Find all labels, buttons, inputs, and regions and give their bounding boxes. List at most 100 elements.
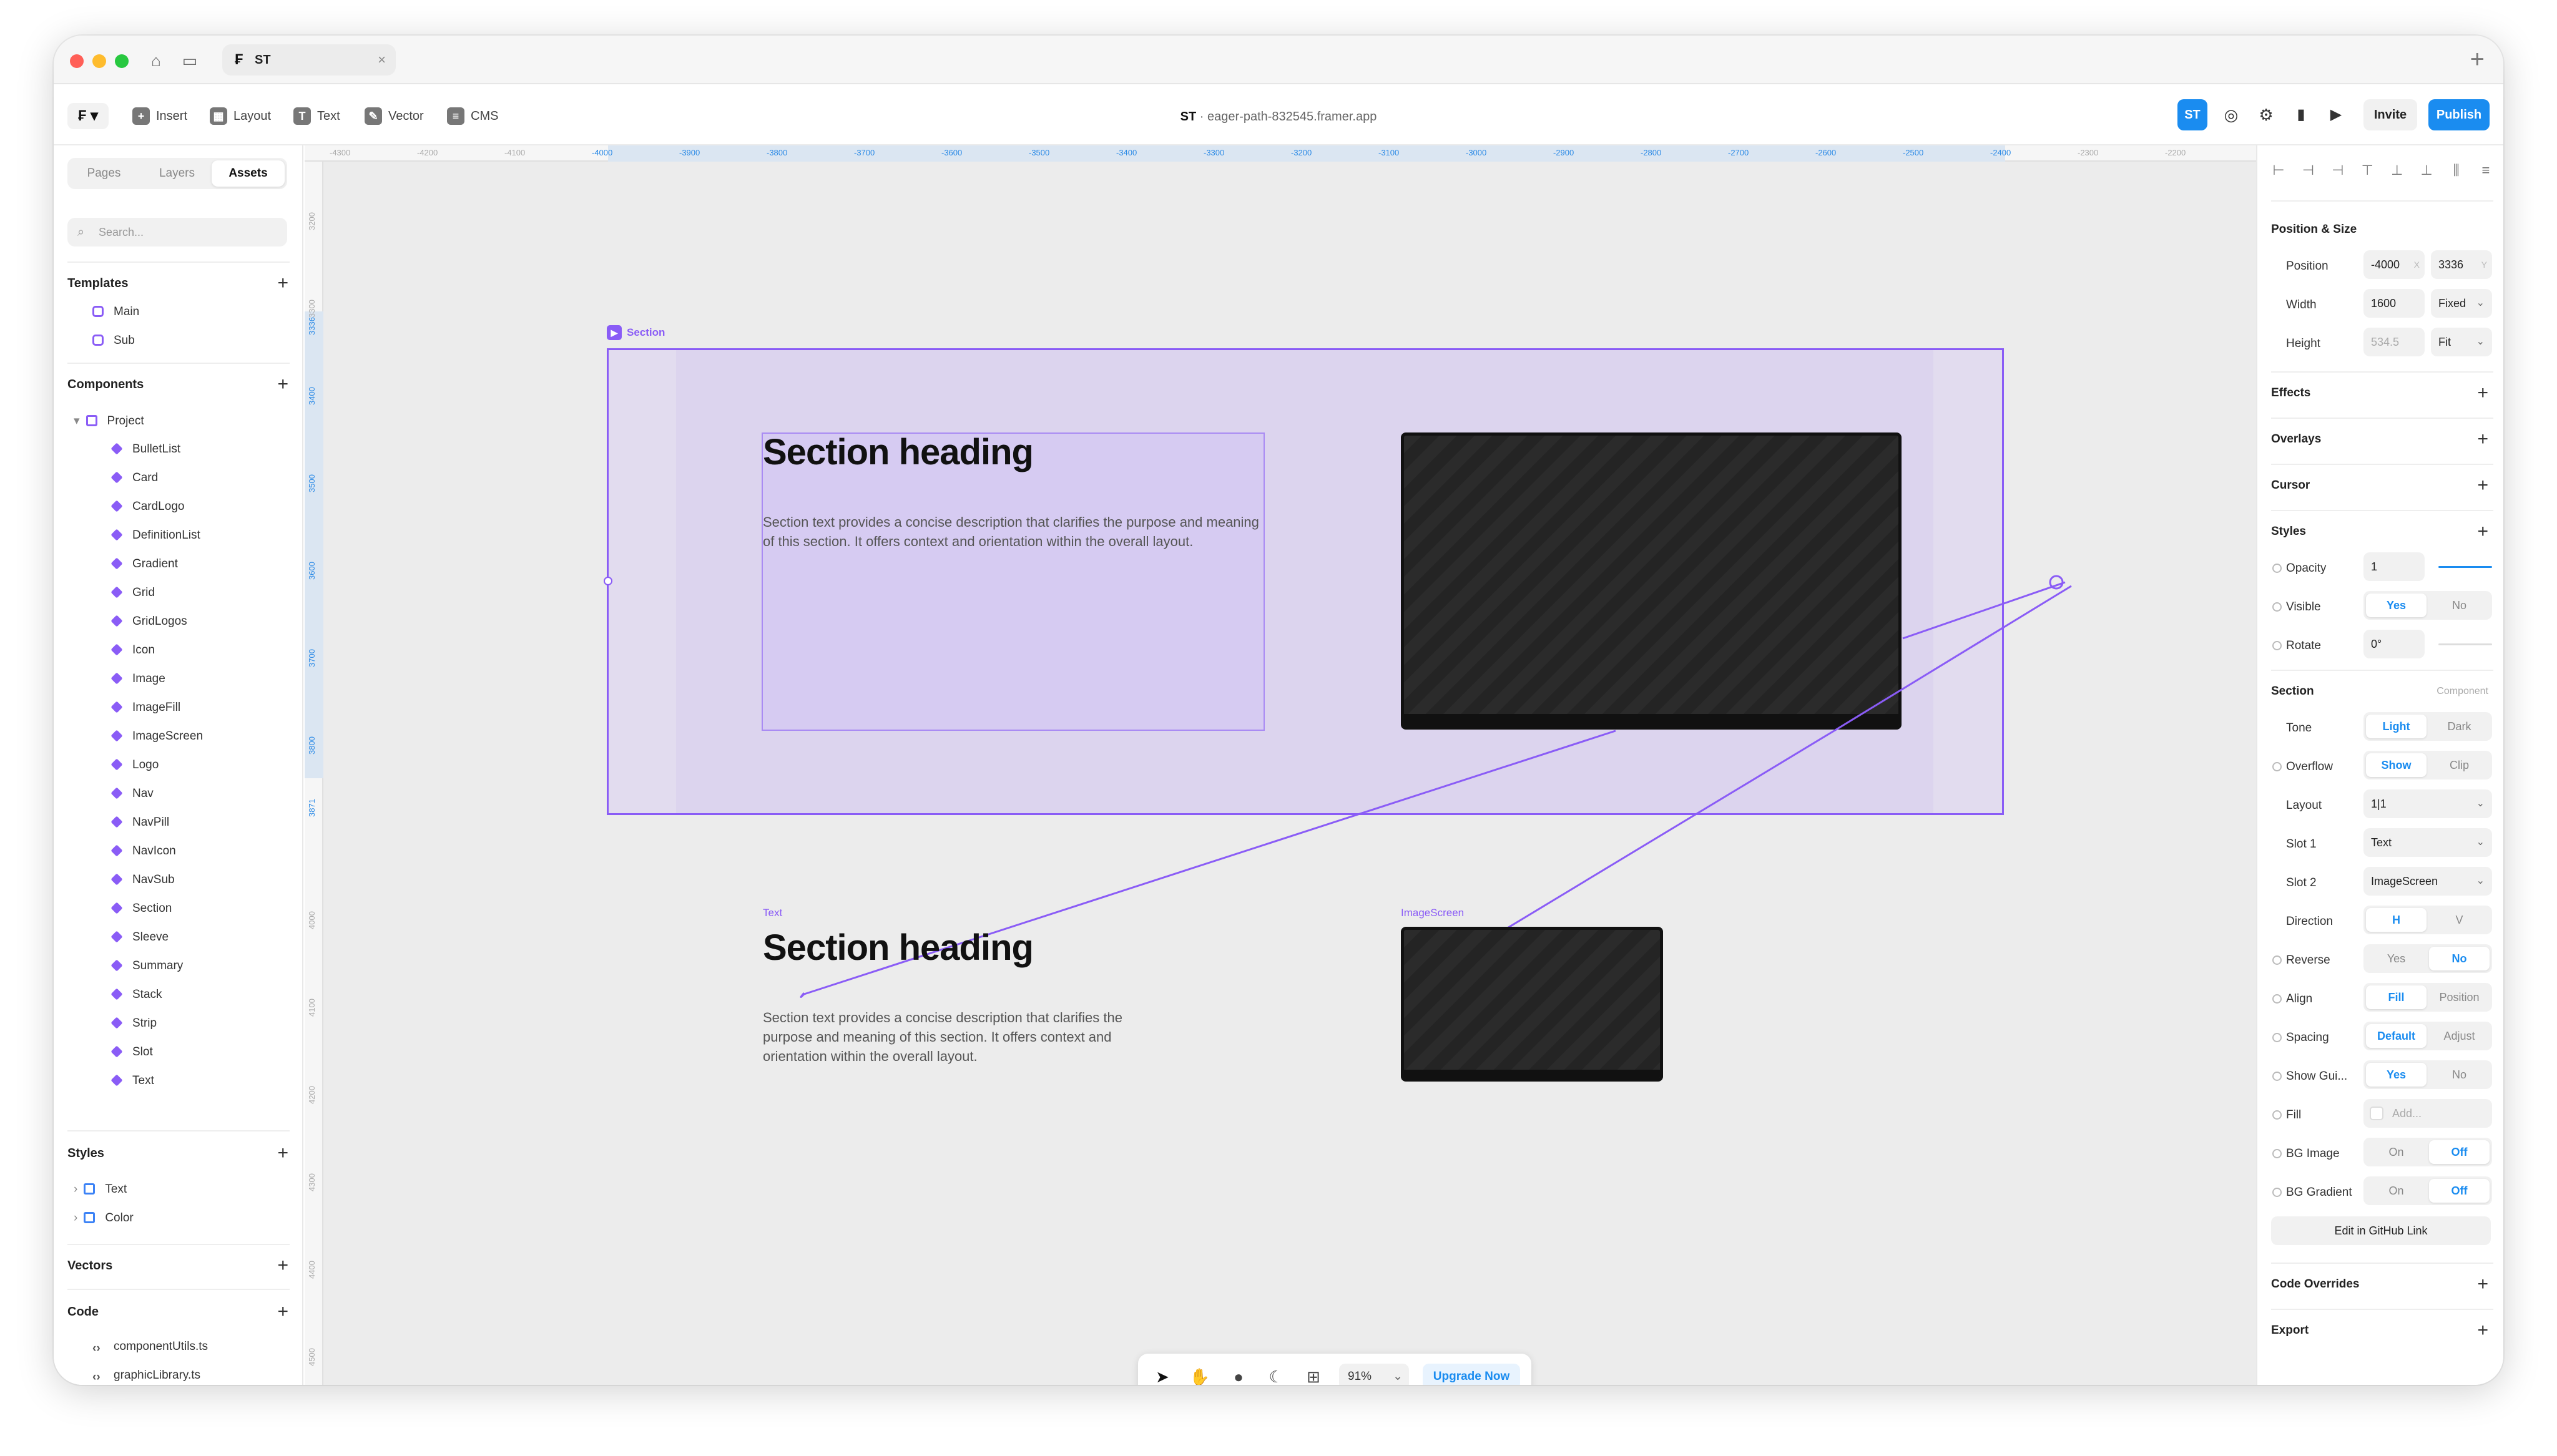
- component-item[interactable]: Nav: [110, 787, 154, 801]
- add-style-button[interactable]: +: [277, 1144, 288, 1163]
- component-item[interactable]: CardLogo: [110, 500, 184, 514]
- align-top-icon[interactable]: ⊤: [2360, 160, 2375, 180]
- visible-yes-option[interactable]: Yes: [2366, 594, 2427, 617]
- text-paragraph[interactable]: Section text provides a concise descript…: [763, 1008, 1137, 1066]
- component-item[interactable]: BulletList: [110, 442, 180, 456]
- home-icon[interactable]: ⌂: [146, 51, 166, 71]
- align-center-v-icon[interactable]: ⊥: [2390, 160, 2405, 180]
- document-title[interactable]: ST · eager-path-832545.framer.app: [54, 110, 2503, 124]
- zoom-window-button[interactable]: [115, 54, 129, 68]
- component-item[interactable]: NavPill: [110, 816, 169, 829]
- component-item[interactable]: Slot: [110, 1045, 153, 1059]
- position-y-input[interactable]: 3336 Y: [2431, 250, 2492, 279]
- component-item[interactable]: Text: [110, 1074, 154, 1088]
- component-item[interactable]: Sleeve: [110, 931, 169, 944]
- bgimage-toggle[interactable]: On Off: [2363, 1138, 2492, 1166]
- component-item[interactable]: Image: [110, 672, 165, 686]
- analytics-icon[interactable]: ▮: [2287, 99, 2315, 130]
- user-avatar[interactable]: ST: [2177, 99, 2207, 130]
- tab-assets[interactable]: Assets: [212, 160, 285, 187]
- component-item[interactable]: Gradient: [110, 557, 178, 571]
- showgui-toggle[interactable]: Yes No: [2363, 1060, 2492, 1089]
- direction-v-option[interactable]: V: [2429, 908, 2490, 932]
- add-effect-button[interactable]: +: [2477, 384, 2488, 403]
- component-item[interactable]: Card: [110, 471, 158, 485]
- direction-toggle[interactable]: HV: [2363, 906, 2492, 934]
- tone-toggle[interactable]: Light Dark: [2363, 712, 2492, 741]
- opacity-slider[interactable]: [2438, 566, 2492, 568]
- zoom-select[interactable]: 91% ⌄: [1339, 1364, 1409, 1385]
- bggradient-off-option[interactable]: Off: [2429, 1179, 2490, 1203]
- code-file-item[interactable]: ‹› graphicLibrary.ts: [92, 1369, 200, 1384]
- inbox-icon[interactable]: ▭: [180, 51, 200, 71]
- component-item[interactable]: Logo: [110, 758, 159, 772]
- align-bottom-icon[interactable]: ⊥: [2419, 160, 2434, 180]
- tab-pages[interactable]: Pages: [67, 158, 140, 189]
- code-file-item[interactable]: ‹› componentUtils.ts: [92, 1340, 208, 1355]
- showgui-yes-option[interactable]: Yes: [2366, 1063, 2427, 1087]
- add-template-button[interactable]: +: [277, 274, 288, 293]
- component-item[interactable]: Grid: [110, 586, 155, 600]
- tone-light-option[interactable]: Light: [2366, 715, 2427, 738]
- add-code-override-button[interactable]: +: [2477, 1275, 2488, 1294]
- showgui-no-option[interactable]: No: [2429, 1063, 2490, 1087]
- add-vector-button[interactable]: +: [277, 1256, 288, 1275]
- close-window-button[interactable]: [70, 54, 84, 68]
- publish-button[interactable]: Publish: [2428, 99, 2490, 130]
- settings-icon[interactable]: ⚙: [2252, 99, 2280, 130]
- overflow-show-option[interactable]: Show: [2366, 753, 2427, 777]
- invite-button[interactable]: Invite: [2363, 99, 2417, 130]
- width-mode-select[interactable]: Fixed ⌄: [2431, 289, 2492, 318]
- comment-icon[interactable]: ●: [1228, 1366, 1249, 1385]
- bgimage-off-option[interactable]: Off: [2429, 1140, 2490, 1164]
- slot1-select[interactable]: Text ⌄: [2363, 828, 2492, 857]
- distribute-h-icon[interactable]: ⫼: [2449, 160, 2464, 180]
- reverse-yes-option[interactable]: Yes: [2366, 947, 2427, 970]
- visible-no-option[interactable]: No: [2429, 594, 2490, 617]
- spacing-toggle[interactable]: Default Adjust: [2363, 1022, 2492, 1050]
- overflow-clip-option[interactable]: Clip: [2429, 753, 2490, 777]
- align-fill-option[interactable]: Fill: [2366, 985, 2427, 1009]
- design-canvas[interactable]: -4300 -4200 -4100 -4000 -3900 -3800 -3700 -3600…: [305, 145, 2256, 1385]
- upgrade-button[interactable]: Upgrade Now: [1423, 1364, 1520, 1385]
- align-toggle[interactable]: Fill Position: [2363, 983, 2492, 1012]
- spacing-adjust-option[interactable]: Adjust: [2429, 1024, 2490, 1048]
- component-item[interactable]: NavIcon: [110, 844, 176, 858]
- add-overlay-button[interactable]: +: [2477, 430, 2488, 449]
- imagescreen-label[interactable]: ImageScreen: [1401, 907, 1464, 919]
- new-tab-button[interactable]: +: [2470, 46, 2485, 73]
- add-style-button[interactable]: +: [2477, 522, 2488, 541]
- align-right-icon[interactable]: ⊣: [2330, 160, 2345, 180]
- slot2-select[interactable]: ImageScreen ⌄: [2363, 867, 2492, 896]
- cursor-icon[interactable]: ➤: [1152, 1366, 1173, 1385]
- grid-icon[interactable]: ⊞: [1303, 1366, 1324, 1385]
- play-icon[interactable]: ▶: [2322, 99, 2350, 130]
- template-item[interactable]: Main: [92, 305, 139, 319]
- align-center-h-icon[interactable]: ⊣: [2300, 160, 2315, 180]
- height-input[interactable]: 534.5: [2363, 328, 2425, 356]
- tab-layers[interactable]: Layers: [140, 158, 213, 189]
- width-input[interactable]: 1600: [2363, 289, 2425, 318]
- text-heading[interactable]: Section heading: [763, 927, 1034, 969]
- hand-icon[interactable]: ✋: [1189, 1366, 1210, 1385]
- spacing-default-option[interactable]: Default: [2366, 1024, 2427, 1048]
- template-item[interactable]: Sub: [92, 334, 135, 348]
- distribute-v-icon[interactable]: ≡: [2478, 160, 2493, 180]
- component-item[interactable]: GridLogos: [110, 615, 187, 628]
- project-folder[interactable]: ▾ Project: [74, 414, 144, 428]
- component-item[interactable]: DefinitionList: [110, 529, 200, 542]
- overflow-toggle[interactable]: Show Clip: [2363, 751, 2492, 779]
- align-position-option[interactable]: Position: [2429, 985, 2490, 1009]
- layout-select[interactable]: 1|1 ⌄: [2363, 789, 2492, 818]
- tone-dark-option[interactable]: Dark: [2429, 715, 2490, 738]
- bgimage-on-option[interactable]: On: [2366, 1140, 2427, 1164]
- style-folder[interactable]: › Text: [74, 1183, 127, 1196]
- direction-h-option[interactable]: H: [2366, 908, 2427, 932]
- add-code-button[interactable]: +: [277, 1302, 288, 1321]
- globe-icon[interactable]: ◎: [2217, 99, 2245, 130]
- minimize-window-button[interactable]: [92, 54, 106, 68]
- component-item[interactable]: Summary: [110, 959, 183, 973]
- component-item[interactable]: Icon: [110, 643, 155, 657]
- close-tab-icon[interactable]: ×: [378, 52, 386, 68]
- position-x-input[interactable]: -4000 X: [2363, 250, 2425, 279]
